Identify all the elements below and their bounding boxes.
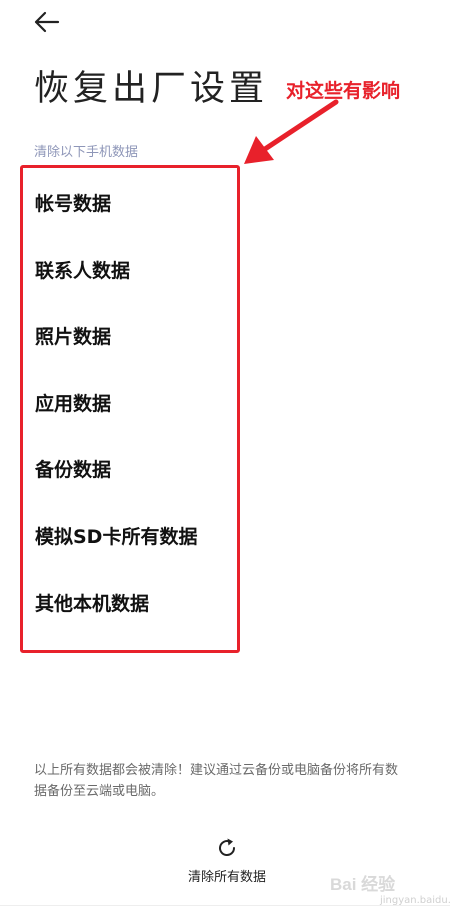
data-list: 帐号数据 联系人数据 照片数据 应用数据 备份数据 模拟SD卡所有数据 其他本机…	[35, 176, 197, 642]
divider	[0, 905, 450, 906]
refresh-icon	[219, 838, 236, 857]
annotation-arrow-icon	[244, 99, 339, 164]
footer-note: 以上所有数据都会被清除！建议通过云备份或电脑备份将所有数据备份至云端或电脑。	[34, 763, 399, 799]
page-title: 恢复出厂设置	[34, 69, 269, 109]
list-item: 照片数据	[35, 326, 112, 349]
back-button[interactable]	[30, 8, 64, 36]
list-item: 备份数据	[35, 459, 112, 482]
section-caption: 清除以下手机数据	[34, 145, 139, 160]
list-item: 应用数据	[35, 392, 112, 415]
arrow-left-icon	[34, 11, 60, 33]
list-item: 其他本机数据	[35, 592, 150, 615]
list-item: 联系人数据	[35, 259, 131, 282]
reset-all-button[interactable]: 清除所有数据	[175, 836, 279, 892]
watermark: Bai 经验	[330, 875, 396, 894]
reset-label: 清除所有数据	[187, 870, 266, 885]
list-item: 帐号数据	[35, 193, 112, 215]
list-item: 模拟SD卡所有数据	[35, 525, 198, 548]
